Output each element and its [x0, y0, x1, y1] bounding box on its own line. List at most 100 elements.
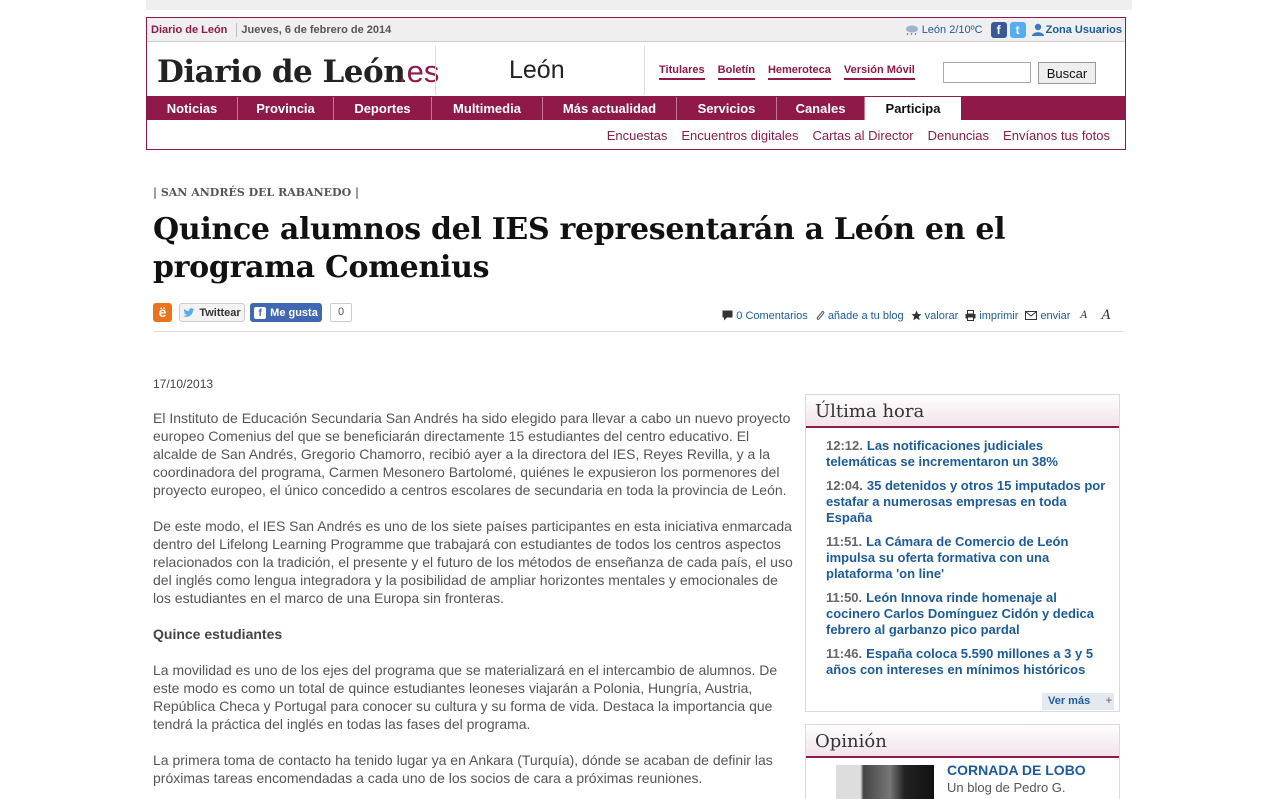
ultima-hora-box: Última hora 12:12. Las notificaciones jud… — [805, 394, 1120, 712]
search-button[interactable]: Buscar — [1038, 62, 1096, 84]
tab-canales[interactable]: Canales — [777, 97, 865, 120]
send-label: enviar — [1040, 309, 1071, 322]
news-headline[interactable]: La Cámara de Comercio de León impulsa su… — [826, 534, 1068, 581]
subnav-denuncias[interactable]: Denuncias — [928, 128, 989, 143]
tab-deportes[interactable]: Deportes — [334, 97, 432, 120]
news-item[interactable]: 12:12. Las notificaciones judiciales tele… — [826, 438, 1109, 470]
print-link[interactable]: imprimir — [965, 310, 1018, 322]
news-item[interactable]: 11:46. España coloca 5.590 millones a 3 y… — [826, 646, 1109, 678]
current-date: Jueves, 6 de febrero de 2014 — [241, 23, 392, 36]
rate-label: valorar — [924, 309, 959, 322]
ver-mas-button[interactable]: Ver más + — [1042, 693, 1114, 710]
twitter-bird-icon — [183, 307, 196, 317]
zona-usuarios-label: Zona Usuarios — [1045, 23, 1122, 36]
link-boletin[interactable]: Boletín — [717, 64, 755, 80]
article-subheading: Quince estudiantes — [153, 626, 283, 642]
print-label: imprimir — [979, 309, 1019, 322]
printer-icon — [965, 310, 976, 321]
article-body: El Instituto de Educación Secundaria San… — [153, 409, 793, 799]
paperclip-icon — [816, 311, 825, 320]
brand-small-link[interactable]: Diario de León — [147, 24, 232, 36]
facebook-like-label: Me gusta — [270, 306, 318, 319]
link-version-movil[interactable]: Versión Móvil — [843, 64, 915, 80]
font-decrease-button[interactable]: A — [1080, 310, 1087, 321]
tab-provincia[interactable]: Provincia — [238, 97, 334, 120]
twitter-share-button[interactable]: Twittear — [179, 303, 245, 322]
news-item[interactable]: 12:04. 35 detenidos y otros 15 imputados … — [826, 478, 1109, 526]
column-title-link[interactable]: CORNADA DE LOBO — [947, 762, 1086, 778]
user-icon — [1031, 23, 1044, 36]
news-time: 12:04. — [826, 478, 863, 493]
rate-link[interactable]: valorar — [911, 309, 959, 322]
news-item[interactable]: 11:51. La Cámara de Comercio de León impu… — [826, 534, 1109, 582]
envelope-icon — [1025, 311, 1038, 320]
article-paragraph: La movilidad es uno de los ejes del prog… — [153, 662, 778, 732]
site-header: Diario de León Jueves, 6 de febrero de 2… — [146, 17, 1126, 150]
link-hemeroteca[interactable]: Hemeroteca — [767, 64, 831, 80]
edition-city: León — [509, 56, 565, 84]
divider — [644, 46, 645, 94]
news-time: 12:12. — [826, 438, 863, 453]
article-paragraph: La primera toma de contacto ha tenido lu… — [153, 752, 773, 786]
tab-mas-actualidad[interactable]: Más actualidad — [543, 97, 677, 120]
top-links: Titulares Boletín Hemeroteca Versión Móv… — [659, 64, 928, 80]
news-time: 11:51. — [826, 534, 863, 549]
subnav-encuestas[interactable]: Encuestas — [607, 128, 668, 143]
column-subtitle: Un blog de Pedro G. — [947, 780, 1066, 795]
news-headline[interactable]: España coloca 5.590 millones a 3 y 5 año… — [826, 646, 1093, 677]
article-actions: 0 Comentarios añade a tu blog valorar im… — [715, 308, 1111, 323]
sub-nav-items: Encuestas Encuentros digitales Cartas al… — [593, 128, 1110, 143]
news-time: 11:50. — [826, 590, 863, 605]
weather-widget[interactable]: León 2/10ºC f t Zona Usuarios — [904, 21, 1125, 38]
star-icon — [911, 310, 922, 321]
sub-nav: Encuestas Encuentros digitales Cartas al… — [147, 120, 1125, 150]
add-to-blog-label: añade a tu blog — [827, 309, 904, 322]
site-logo-suffix[interactable]: .es — [398, 54, 439, 90]
meneame-icon[interactable]: ë — [153, 303, 172, 322]
subnav-encuentros-digitales[interactable]: Encuentros digitales — [681, 128, 798, 143]
tab-multimedia[interactable]: Multimedia — [432, 97, 543, 120]
article-kicker: | SAN ANDRÉS DEL RABANEDO | — [153, 186, 360, 199]
columnist-photo[interactable] — [836, 765, 934, 799]
article-toolbar: ë Twittear f Me gusta 0 0 Comentarios añ… — [153, 302, 1123, 332]
facebook-f-icon: f — [254, 306, 267, 319]
tab-servicios[interactable]: Servicios — [677, 97, 777, 120]
zona-usuarios-link[interactable]: Zona Usuarios — [1031, 23, 1122, 36]
main-nav: Noticias Provincia Deportes Multimedia M… — [147, 96, 1125, 120]
article-paragraph: El Instituto de Educación Secundaria San… — [153, 410, 791, 498]
ultima-hora-title: Última hora — [806, 395, 1119, 428]
article-date: 17/10/2013 — [153, 377, 214, 391]
send-link[interactable]: enviar — [1025, 310, 1070, 322]
article-paragraph: De este modo, el IES San Andrés es uno d… — [153, 518, 793, 606]
comments-label: 0 Comentarios — [736, 309, 808, 322]
tab-noticias[interactable]: Noticias — [147, 97, 238, 120]
news-headline[interactable]: 35 detenidos y otros 15 imputados por es… — [826, 478, 1105, 525]
facebook-icon[interactable]: f — [990, 21, 1007, 38]
opinion-title: Opinión — [806, 725, 1119, 758]
facebook-like-button[interactable]: f Me gusta — [250, 303, 322, 322]
ver-mas-label: Ver más — [1048, 695, 1091, 707]
twitter-share-label: Twittear — [199, 306, 241, 319]
comment-icon — [722, 310, 733, 321]
article-headline: Quince alumnos del IES representarán a L… — [153, 212, 1006, 285]
news-headline[interactable]: León Innova rinde homenaje al cocinero C… — [826, 590, 1094, 637]
top-strip — [146, 0, 1132, 10]
subnav-cartas-al-director[interactable]: Cartas al Director — [812, 128, 913, 143]
facebook-like-count: 0 — [330, 303, 352, 322]
news-time: 11:46. — [826, 646, 863, 661]
news-item[interactable]: 11:50. León Innova rinde homenaje al coci… — [826, 590, 1109, 638]
plus-icon: + — [1105, 695, 1112, 707]
subnav-envianos-fotos[interactable]: Envíanos tus fotos — [1003, 128, 1110, 143]
site-logo[interactable]: Diario de León — [157, 54, 406, 90]
divider — [435, 46, 436, 94]
tab-participa[interactable]: Participa — [865, 97, 961, 120]
cloud-icon — [905, 25, 918, 35]
twitter-icon[interactable]: t — [1009, 21, 1026, 38]
header-bar: Diario de León Jueves, 6 de febrero de 2… — [147, 18, 1125, 42]
font-increase-button[interactable]: A — [1102, 308, 1111, 323]
add-to-blog-link[interactable]: añade a tu blog — [815, 310, 904, 322]
search-input[interactable] — [943, 62, 1031, 83]
opinion-box: Opinión CORNADA DE LOBO Un blog de Pedro… — [805, 724, 1120, 799]
comments-link[interactable]: 0 Comentarios — [722, 310, 808, 322]
link-titulares[interactable]: Titulares — [659, 64, 705, 80]
